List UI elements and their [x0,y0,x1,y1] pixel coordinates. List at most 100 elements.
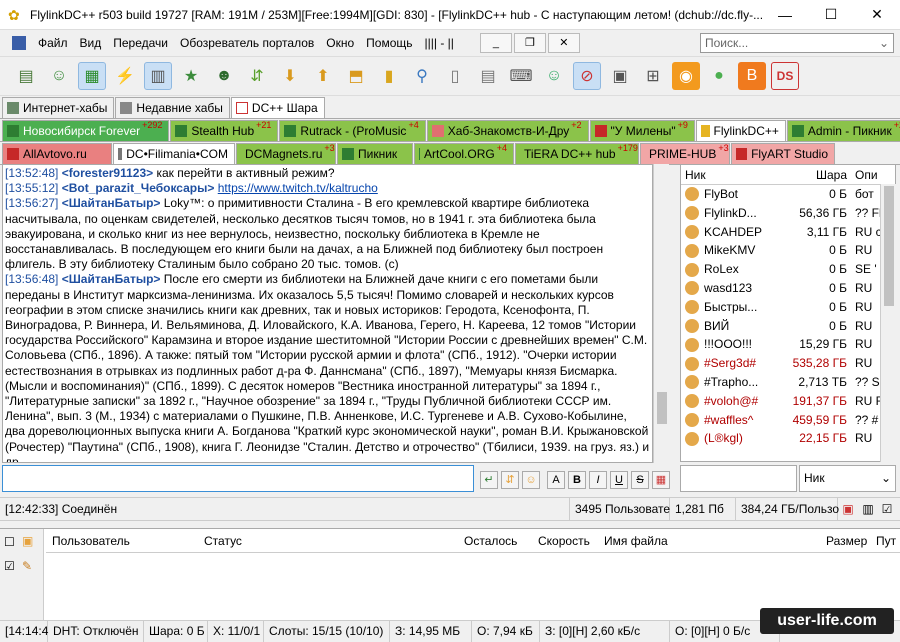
tab-hub[interactable]: AllAvtovo.ru [2,143,112,164]
close-button[interactable]: ✕ [854,0,900,30]
user-row[interactable]: KCAHDEP 3,11 ГБ RU с [681,223,895,242]
tab-hub[interactable]: Stealth Hub +21 [170,120,279,141]
column-filename[interactable]: Имя файла [604,534,668,548]
column-speed[interactable]: Скорость [538,534,590,548]
connect-icon[interactable]: ⚡ [111,62,139,90]
notepad-icon[interactable]: ⬒ [342,62,370,90]
tab-hub[interactable]: "У Милены" +9 [589,120,695,141]
search-spy-icon[interactable]: ▤ [474,62,502,90]
nick-filter-input[interactable] [680,465,797,492]
favorites-icon[interactable]: ☺ [45,62,73,90]
user-row[interactable]: ВИЙ 0 Б RU [681,317,895,336]
tab-hub[interactable]: Rutrack - (ProMusic +4 [279,120,426,141]
rss-icon[interactable]: ◉ [672,62,700,90]
user-row[interactable]: RoLex 0 Б SE ' [681,260,895,279]
user-row[interactable]: !!!ООО!!! 15,29 ГБ RU [681,335,895,354]
lock-icon[interactable]: ▣ [838,502,858,516]
smile-icon[interactable]: ☺ [522,471,540,489]
tab-hub[interactable]: TiERA DC++ hub +179 [515,143,639,164]
mdi-restore-button[interactable]: ❐ [513,33,546,53]
tab-hub[interactable]: PRIME-HUB +3 [640,143,730,164]
tab-recent-hubs[interactable]: Недавние хабы [115,97,230,118]
tab-hub-active[interactable]: DC•Filimania•COM [113,143,235,164]
strike-icon[interactable]: S [631,471,649,489]
upload-icon[interactable]: ⬇ [276,62,304,90]
split-icon[interactable]: ▥ [858,502,878,516]
user-row[interactable]: wasd123 0 Б RU [681,279,895,298]
send-icon[interactable]: ↵ [480,471,498,489]
checkbox-checked[interactable]: ☑ [4,559,15,573]
italic-icon[interactable]: I [589,471,607,489]
hash-icon[interactable]: ☻ [210,62,238,90]
user-row[interactable]: MikeKMV 0 Б RU [681,241,895,260]
column-remaining[interactable]: Осталось [464,534,517,548]
mdi-close-button[interactable]: ✕ [547,33,580,53]
chat-link[interactable]: https://www.twitch.tv/kaltrucho [218,181,378,195]
column-desc[interactable]: Опи [851,165,881,184]
finished-icon[interactable]: ★ [177,62,205,90]
bold-icon[interactable]: B [568,471,586,489]
chat-log[interactable]: [13:52:48] <forester91123> как перейти в… [2,164,653,463]
mdi-minimize-button[interactable]: _ [479,33,512,53]
user-row[interactable]: (L®kgl) 22,15 ГБ RU [681,429,895,448]
maximize-button[interactable]: ☐ [808,0,854,30]
tab-hub[interactable]: FlyART Studio [731,143,835,164]
menu-view[interactable]: Вид [74,30,108,56]
tab-hub[interactable]: DCMagnets.ru +3 [236,143,336,164]
checkbox[interactable]: ☐ [4,535,15,549]
hub-list-icon[interactable]: ▤ [12,62,40,90]
minimize-button[interactable]: — [762,0,808,30]
userlist-scroll-thumb[interactable] [884,186,894,306]
nick-filter-select[interactable]: Ник ⌄ [799,465,896,492]
menu-portal-browser[interactable]: Обозреватель порталов [174,30,320,56]
upload-queue-icon[interactable]: ⬆ [309,62,337,90]
tab-internet-hubs[interactable]: Интернет-хабы [2,97,115,118]
menu-transfers[interactable]: Передачи [107,30,174,56]
column-status[interactable]: Статус [204,534,242,548]
user-row[interactable]: #Serg3d# 535,28 ГБ RU [681,354,895,373]
menu-window[interactable]: Окно [320,30,360,56]
user-row[interactable]: #waffles^ 459,59 ГБ ?? # [681,411,895,430]
search-icon[interactable]: ⚲ [408,62,436,90]
queue-icon[interactable]: ▥ [144,62,172,90]
download-icon[interactable]: ⇵ [243,62,271,90]
tab-dc-share[interactable]: DC++ Шара [230,97,325,118]
user-icon[interactable]: ☺ [540,62,568,90]
mdi-system-icon[interactable] [12,36,26,50]
updown-icon[interactable]: ⇵ [501,471,519,489]
user-row[interactable]: #voloh@# 191,37 ГБ RU R [681,392,895,411]
column-nick[interactable]: Ник [681,165,785,184]
user-row[interactable]: Быстры... 0 Б RU [681,298,895,317]
notebook-icon[interactable]: ▮ [375,62,403,90]
chat-input[interactable] [2,465,474,492]
tab-hub[interactable]: Новосибирск Forever +292 [2,120,170,141]
user-row[interactable]: #Trapho... 2,713 ТБ ?? Se [681,373,895,392]
network-icon[interactable]: ▣ [606,62,634,90]
chat-scroll-thumb[interactable] [657,392,667,424]
mute-icon[interactable]: ⊘ [573,62,601,90]
users-icon[interactable]: ▦ [78,62,106,90]
underline-icon[interactable]: U [610,471,628,489]
tab-hub[interactable]: Пикник [337,143,413,164]
speed-icon[interactable]: ● [705,62,733,90]
blog-icon[interactable]: B [738,62,766,90]
column-user[interactable]: Пользователь [52,534,130,548]
checkbox-icon[interactable]: ☑ [878,502,896,516]
menu-help[interactable]: Помощь [360,30,418,56]
column-path[interactable]: Пут [876,534,896,548]
chat-scrollbar[interactable] [653,164,669,463]
user-row[interactable]: FlylinkD... 56,36 ГБ ?? Fl [681,204,895,223]
ds-icon[interactable]: DS [771,62,799,90]
tab-hub-active[interactable]: FlylinkDC++ [695,120,786,141]
keyboard-icon[interactable]: ⌨ [507,62,535,90]
user-row[interactable]: FlyBot 0 Б бот [681,185,895,204]
chevron-down-icon[interactable]: ⌄ [879,36,889,50]
column-share[interactable]: Шара [785,165,851,184]
font-icon[interactable]: A [547,471,565,489]
search-box[interactable]: Поиск... ⌄ [700,33,894,53]
userlist-scrollbar[interactable] [880,184,896,462]
adl-search-icon[interactable]: ▯ [441,62,469,90]
lan-icon[interactable]: ⊞ [639,62,667,90]
color-icon[interactable]: ▦ [652,471,670,489]
menu-file[interactable]: Файл [32,30,74,56]
